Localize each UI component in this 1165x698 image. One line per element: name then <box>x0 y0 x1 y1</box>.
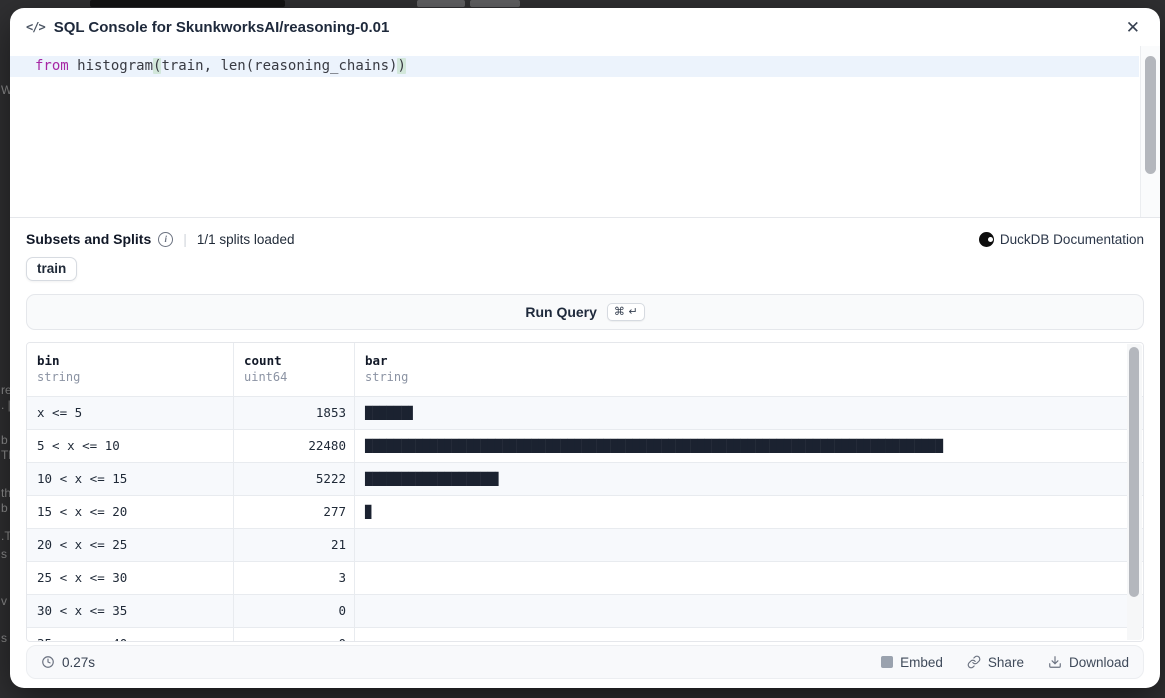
column-name: count <box>244 353 344 368</box>
count-cell: 3 <box>234 562 355 594</box>
bin-cell: 10 < x <= 15 <box>27 463 234 495</box>
background-text-fragment: s <box>1 631 7 645</box>
background-text-fragment: b <box>1 501 8 515</box>
count-cell: 1853 <box>234 397 355 429</box>
table-row: 20 < x <= 25 21 <box>27 529 1143 562</box>
bin-cell: 20 < x <= 25 <box>27 529 234 561</box>
duckdb-documentation-label: DuckDB Documentation <box>1000 232 1144 247</box>
bar-cell <box>355 529 1143 561</box>
table-row: 5 < x <= 10 22480 ██████████████████████… <box>27 430 1143 463</box>
share-label: Share <box>988 655 1024 670</box>
bin-cell: 25 < x <= 30 <box>27 562 234 594</box>
code-icon: </> <box>26 20 45 34</box>
subsets-and-splits-row: Subsets and Splits i | 1/1 splits loaded… <box>10 218 1160 247</box>
count-cell: 22480 <box>234 430 355 462</box>
download-button[interactable]: Download <box>1048 655 1129 670</box>
footer-actions: Embed Share Download <box>881 655 1129 670</box>
keyboard-shortcut-badge: ⌘ ↵ <box>607 303 645 321</box>
bin-cell: x <= 5 <box>27 397 234 429</box>
share-link-icon <box>967 655 981 669</box>
sql-arguments: train, len(reasoning_chains) <box>161 58 397 74</box>
column-type: string <box>37 370 223 384</box>
editor-scrollbar-track[interactable] <box>1140 46 1160 217</box>
table-row: 15 < x <= 20 277 ▉ <box>27 496 1143 529</box>
info-icon[interactable]: i <box>158 232 173 247</box>
background-pill-smear <box>417 0 465 7</box>
table-header-row: bin string count uint64 bar string <box>27 343 1143 397</box>
bin-cell: 15 < x <= 20 <box>27 496 234 528</box>
background-pill-smear <box>470 0 520 7</box>
sql-console-modal: </> SQL Console for SkunkworksAI/reasoni… <box>10 8 1160 688</box>
sql-editor-active-line[interactable]: from histogram(train, len(reasoning_chai… <box>10 56 1139 77</box>
clock-icon <box>41 655 55 669</box>
bin-cell: 30 < x <= 35 <box>27 595 234 627</box>
duckdb-logo-icon <box>979 232 994 247</box>
download-label: Download <box>1069 655 1129 670</box>
embed-button[interactable]: Embed <box>881 655 943 670</box>
sql-close-bracket: ) <box>397 58 405 74</box>
table-row: x <= 5 1853 ██████▋ <box>27 397 1143 430</box>
modal-title: SQL Console for SkunkworksAI/reasoning-0… <box>54 19 390 36</box>
share-button[interactable]: Share <box>967 655 1024 670</box>
column-header-count: count uint64 <box>234 343 355 396</box>
table-row: 10 < x <= 15 5222 ██████████████████▌ <box>27 463 1143 496</box>
duckdb-documentation-link[interactable]: DuckDB Documentation <box>979 232 1144 247</box>
count-cell: 0 <box>234 628 355 642</box>
run-query-label: Run Query <box>525 304 597 320</box>
background-heading-smear <box>90 0 285 7</box>
query-duration-value: 0.27s <box>62 655 95 670</box>
embed-label: Embed <box>900 655 943 670</box>
background-text-fragment: v <box>1 594 7 608</box>
bar-cell: ████████████████████████████████████████… <box>355 430 1143 462</box>
modal-header: </> SQL Console for SkunkworksAI/reasoni… <box>10 8 1160 46</box>
count-cell: 0 <box>234 595 355 627</box>
table-row: 25 < x <= 30 3 <box>27 562 1143 595</box>
run-query-button[interactable]: Run Query ⌘ ↵ <box>26 294 1144 330</box>
table-row: 30 < x <= 35 0 <box>27 595 1143 628</box>
split-badge-train[interactable]: train <box>26 257 77 281</box>
sql-editor[interactable]: from histogram(train, len(reasoning_chai… <box>10 46 1160 218</box>
column-type: uint64 <box>244 370 344 384</box>
column-header-bin: bin string <box>27 343 234 396</box>
count-cell: 21 <box>234 529 355 561</box>
column-name: bin <box>37 353 223 368</box>
bin-cell: 5 < x <= 10 <box>27 430 234 462</box>
download-icon <box>1048 655 1062 669</box>
bin-cell: 35 < x <= 40 <box>27 628 234 642</box>
sql-keyword: from <box>35 58 69 74</box>
background-text-fragment: s <box>1 547 7 561</box>
splits-badge-row: train <box>10 247 1160 281</box>
column-name: bar <box>365 353 1133 368</box>
subsets-label: Subsets and Splits <box>26 231 151 247</box>
bar-cell: ██████▋ <box>355 397 1143 429</box>
table-scrollbar-track[interactable] <box>1127 344 1142 640</box>
table-scrollbar-thumb[interactable] <box>1129 347 1139 597</box>
count-cell: 5222 <box>234 463 355 495</box>
bar-cell <box>355 595 1143 627</box>
column-header-bar: bar string <box>355 343 1143 396</box>
query-duration: 0.27s <box>41 655 95 670</box>
results-footer: 0.27s Embed Share Download <box>26 645 1144 679</box>
embed-icon <box>881 656 893 668</box>
bar-cell: ██████████████████▌ <box>355 463 1143 495</box>
close-icon[interactable]: ✕ <box>1122 17 1144 38</box>
editor-scrollbar-thumb[interactable] <box>1145 56 1156 174</box>
vertical-separator: | <box>183 231 187 247</box>
column-type: string <box>365 370 1133 384</box>
count-cell: 277 <box>234 496 355 528</box>
bar-cell <box>355 628 1143 642</box>
bar-cell <box>355 562 1143 594</box>
results-table: bin string count uint64 bar string x <= … <box>26 342 1144 642</box>
sql-function: histogram <box>69 58 153 74</box>
bar-cell: ▉ <box>355 496 1143 528</box>
background-text-fragment: b <box>1 433 8 447</box>
table-row: 35 < x <= 40 0 <box>27 628 1143 642</box>
splits-loaded-text: 1/1 splits loaded <box>197 232 295 247</box>
